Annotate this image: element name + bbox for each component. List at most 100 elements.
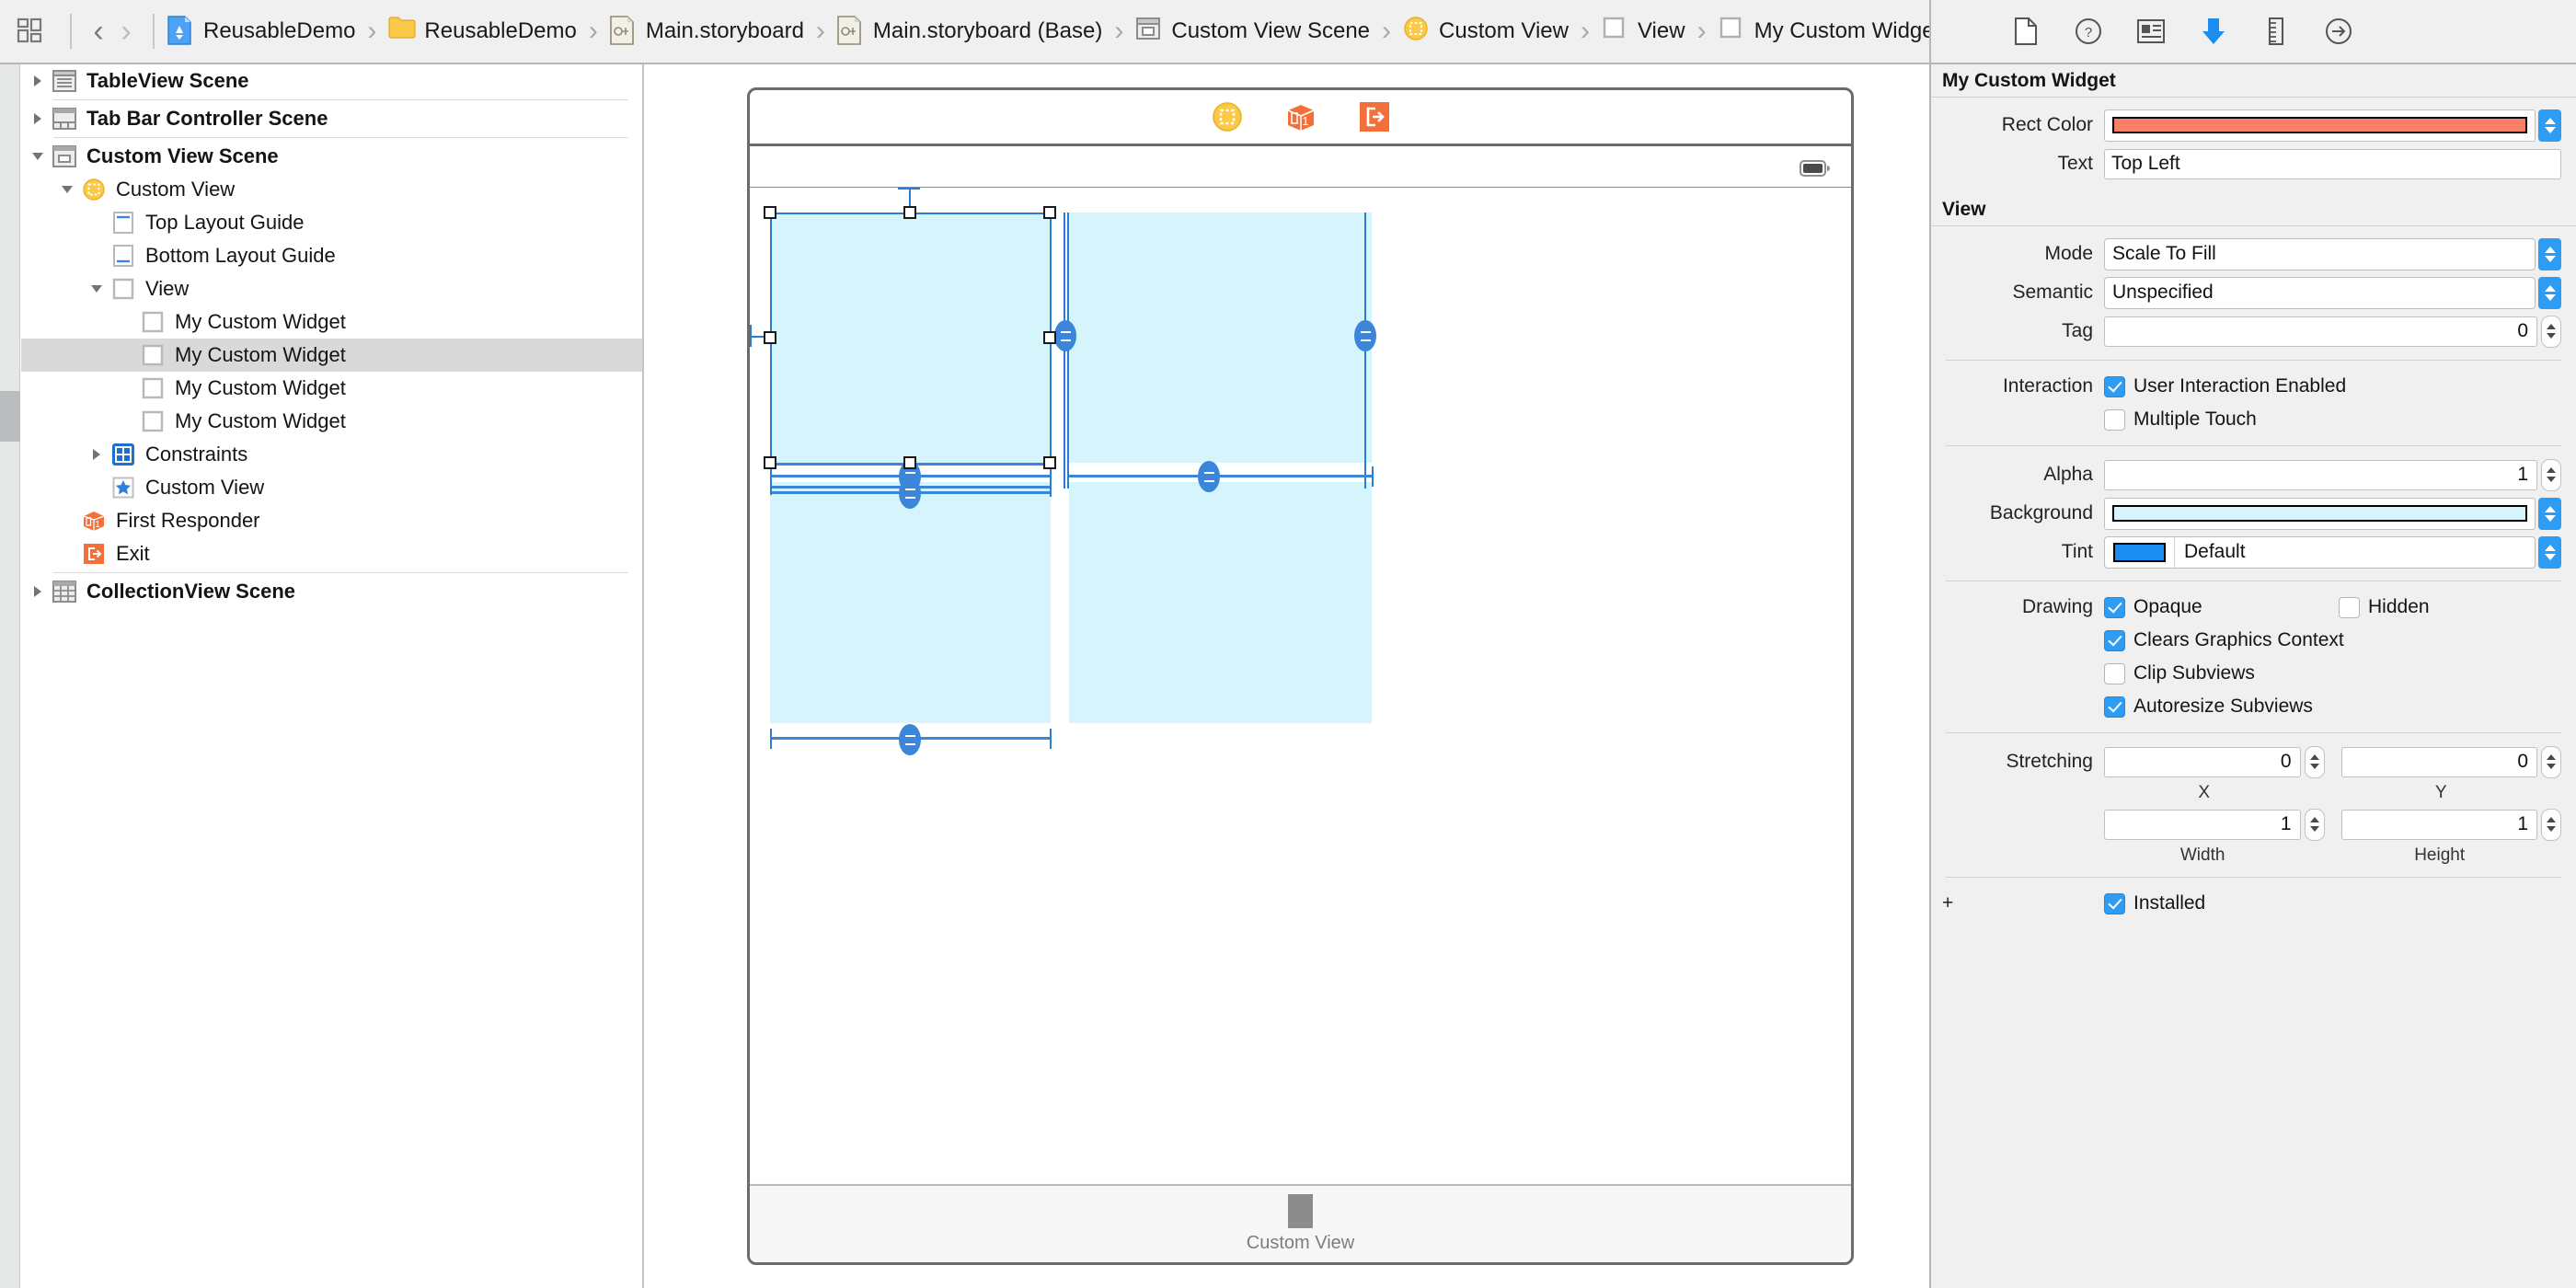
constraint-cap-bottom-left	[770, 729, 772, 749]
widget-top-right[interactable]	[1069, 213, 1372, 463]
user-interaction-enabled-checkbox[interactable]	[2104, 375, 2125, 397]
identity-inspector-tab[interactable]	[2137, 17, 2165, 46]
stretching-x-stepper[interactable]	[2304, 745, 2325, 778]
size-inspector-tab[interactable]	[2262, 17, 2290, 46]
outline-row[interactable]: Custom View	[21, 471, 642, 504]
add-variation-button[interactable]: +	[1931, 892, 2104, 914]
outline-row[interactable]: Exit	[21, 537, 642, 570]
alpha-stepper[interactable]	[2541, 458, 2561, 491]
breadcrumb-item-storyboard[interactable]: Main.storyboard	[610, 0, 804, 63]
outline-row[interactable]: Constraints	[21, 438, 642, 471]
semantic-popup[interactable]: Unspecified	[2104, 276, 2536, 309]
resize-handle-middle-left[interactable]	[764, 331, 776, 344]
widget-bottom-right[interactable]	[1069, 482, 1372, 723]
opaque-checkbox[interactable]	[2104, 596, 2125, 618]
stretching-y-field[interactable]: 0	[2340, 746, 2537, 777]
rect-color-well[interactable]	[2104, 109, 2536, 142]
tint-popup-arrows[interactable]	[2538, 535, 2561, 569]
scrollbar-thumb[interactable]	[0, 391, 20, 442]
disclosure-triangle-collapsed[interactable]	[87, 445, 106, 464]
alpha-field[interactable]: 1	[2104, 459, 2537, 490]
breadcrumb-separator: ›	[1114, 16, 1124, 46]
stretching-y-stepper[interactable]	[2541, 745, 2561, 778]
disclosure-triangle-expanded[interactable]	[87, 280, 106, 298]
back-button[interactable]: ‹	[85, 13, 112, 50]
tag-field[interactable]: 0	[2104, 316, 2537, 347]
jump-bar-icon[interactable]	[15, 16, 46, 47]
stretching-wh-captions: Width Height	[1931, 844, 2576, 868]
resize-handle-middle-right[interactable]	[1043, 331, 1056, 344]
outline-row[interactable]: Bottom Layout Guide	[21, 239, 642, 272]
rect-color-stepper[interactable]	[2538, 109, 2561, 142]
outline-row[interactable]: Custom View Scene	[21, 140, 642, 173]
breadcrumb-item-folder[interactable]: ReusableDemo	[388, 0, 577, 63]
outline-row[interactable]: CollectionView Scene	[21, 575, 642, 608]
equal-width-badge-right[interactable]	[1354, 320, 1376, 351]
stretching-x-field[interactable]: 0	[2104, 746, 2301, 777]
forward-button[interactable]: ›	[112, 13, 140, 50]
breadcrumb-item-project[interactable]: ReusableDemo	[167, 0, 355, 63]
equal-height-badge-3[interactable]	[1198, 461, 1220, 492]
stretching-width-field[interactable]: 1	[2104, 809, 2301, 840]
tag-stepper[interactable]	[2541, 315, 2561, 348]
resize-handle-top-left[interactable]	[764, 206, 776, 219]
resize-handle-bottom-left[interactable]	[764, 456, 776, 469]
disclosure-triangle-collapsed[interactable]	[29, 72, 47, 90]
text-field[interactable]: Top Left	[2104, 148, 2561, 179]
breadcrumb-item-widget[interactable]: My Custom Widget	[1719, 0, 1940, 63]
autoresize-subviews-checkbox[interactable]	[2104, 696, 2125, 718]
disclosure-triangle-expanded[interactable]	[58, 180, 76, 199]
outline-row[interactable]: My Custom Widget	[21, 372, 642, 405]
outline-row[interactable]: Custom View	[21, 173, 642, 206]
widget-bottom-left[interactable]	[770, 482, 1051, 723]
disclosure-triangle-collapsed[interactable]	[29, 582, 47, 601]
outline-row[interactable]: TableView Scene	[21, 64, 642, 98]
attributes-inspector-tab[interactable]	[2200, 17, 2227, 46]
resize-handle-bottom-right[interactable]	[1043, 456, 1056, 469]
exit-dock-icon[interactable]	[1358, 100, 1391, 133]
outline-row[interactable]: My Custom Widget	[21, 339, 642, 372]
background-color-well[interactable]	[2104, 497, 2536, 530]
mode-popup-arrows[interactable]	[2538, 237, 2561, 270]
clip-subviews-checkbox[interactable]	[2104, 662, 2125, 684]
breadcrumb-item-view-controller[interactable]: Custom View	[1403, 0, 1569, 63]
scene-body[interactable]	[750, 188, 1851, 1184]
background-color-stepper[interactable]	[2538, 497, 2561, 530]
equal-badge-bottom[interactable]	[899, 724, 921, 755]
first-responder-dock-icon[interactable]: 1	[1284, 100, 1317, 133]
stretching-width-stepper[interactable]	[2304, 808, 2325, 841]
outline-row[interactable]: 1 First Responder	[21, 504, 642, 537]
storyboard-canvas[interactable]: 1 Custom View	[646, 64, 1929, 1288]
outline-row[interactable]: Top Layout Guide	[21, 206, 642, 239]
stretching-xy-captions: X Y	[1931, 781, 2576, 805]
widget-top-left[interactable]	[770, 213, 1051, 463]
breadcrumb-item-view[interactable]: View	[1602, 0, 1685, 63]
resize-handle-top-right[interactable]	[1043, 206, 1056, 219]
file-inspector-tab[interactable]	[2012, 17, 2040, 46]
stretching-height-stepper[interactable]	[2541, 808, 2561, 841]
equal-width-badge-left[interactable]	[1054, 320, 1076, 351]
stretching-height-field[interactable]: 1	[2340, 809, 2537, 840]
multiple-touch-checkbox[interactable]	[2104, 408, 2125, 431]
resize-handle-top-center[interactable]	[903, 206, 916, 219]
constraint-cap-left	[750, 325, 752, 347]
disclosure-triangle-collapsed[interactable]	[29, 109, 47, 128]
equal-height-badge-2[interactable]	[899, 477, 921, 509]
clears-graphics-context-checkbox[interactable]	[2104, 629, 2125, 651]
breadcrumb-item-storyboard-base[interactable]: Main.storyboard (Base)	[837, 0, 1102, 63]
mode-popup[interactable]: Scale To Fill	[2104, 237, 2536, 270]
tint-color-well[interactable]: Default	[2104, 535, 2536, 569]
connections-inspector-tab[interactable]	[2325, 17, 2352, 46]
breadcrumb-item-scene[interactable]: Custom View Scene	[1135, 0, 1370, 63]
resize-handle-bottom-center[interactable]	[903, 456, 916, 469]
hidden-checkbox[interactable]	[2339, 596, 2360, 618]
quick-help-inspector-tab[interactable]: ?	[2075, 17, 2102, 46]
view-controller-dock-icon[interactable]	[1211, 100, 1244, 133]
disclosure-triangle-expanded[interactable]	[29, 147, 47, 166]
outline-row[interactable]: My Custom Widget	[21, 405, 642, 438]
semantic-popup-arrows[interactable]	[2538, 276, 2561, 309]
outline-row[interactable]: View	[21, 272, 642, 305]
outline-row[interactable]: Tab Bar Controller Scene	[21, 102, 642, 135]
installed-checkbox[interactable]	[2104, 892, 2125, 914]
outline-row[interactable]: My Custom Widget	[21, 305, 642, 339]
